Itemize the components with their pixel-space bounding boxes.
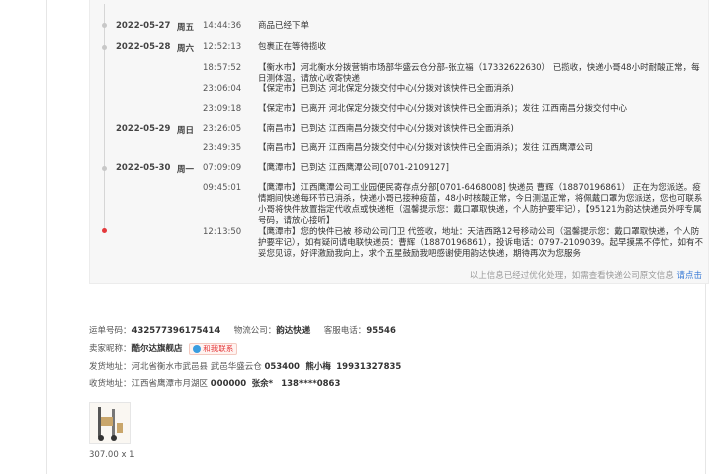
tracking-time: 14:44:36 — [203, 21, 242, 31]
chat-icon — [193, 344, 202, 353]
timeline-dot — [102, 45, 107, 50]
timeline-dot-current — [102, 228, 107, 233]
tracking-message: 包裹正在等待揽收 — [258, 42, 327, 52]
left-divider — [46, 0, 47, 474]
waybill-line: 运单号码：432577396175414 物流公司：韵达快递 客服电话：9554… — [89, 324, 396, 336]
tracking-time: 12:13:50 — [203, 227, 242, 237]
tracking-weekday: 周五 — [177, 23, 195, 33]
ship-address-line: 发货地址：河北省衡水市武邑县 武邑华盛云仓 053400 熊小梅 1993132… — [89, 360, 401, 372]
carrier-label: 物流公司： — [233, 326, 277, 336]
waybill-number: 432577396175414 — [131, 326, 221, 336]
ship-address: 河北省衡水市武邑县 武邑华盛云仓 — [131, 362, 262, 372]
timeline-line — [104, 4, 105, 230]
tracking-time: 23:49:35 — [203, 143, 242, 153]
tracking-time: 07:09:09 — [203, 163, 242, 173]
recv-address-line: 收货地址：江西省鹰潭市月湖区 000000 张余* 138****0863 — [89, 377, 340, 389]
tracking-time: 09:45:01 — [203, 183, 242, 193]
timeline-dot — [102, 166, 107, 171]
service-phone: 95546 — [366, 326, 396, 336]
hand-truck-icon — [98, 407, 123, 441]
seller-label: 卖家昵称： — [89, 344, 132, 354]
ship-zip: 053400 — [264, 362, 300, 372]
recv-zip: 000000 — [210, 379, 247, 389]
timeline-dot — [102, 23, 107, 28]
seller-name[interactable]: 酷尔达旗舰店 — [132, 344, 183, 354]
tracking-message: 【衡水市】河北衡水分拨营销市场部华盛云仓分部-张立福（17332622630） … — [258, 63, 700, 84]
tracking-time: 18:57:52 — [203, 63, 242, 73]
original-info-link[interactable]: 请点击 — [676, 271, 702, 281]
tracking-date: 2022-05-29 — [116, 124, 171, 134]
tracking-date: 2022-05-30 — [116, 163, 171, 173]
tracking-time: 23:09:18 — [203, 104, 242, 114]
product-thumbnail[interactable] — [89, 402, 131, 444]
recv-phone: 138****0863 — [281, 379, 341, 389]
tracking-message: 【鹰潭市】已到达 江西鹰潭公司[0701-2109127] — [258, 163, 449, 173]
tracking-weekday: 周六 — [177, 44, 195, 54]
tracking-date: 2022-05-27 — [116, 21, 171, 31]
recv-label: 收货地址： — [89, 379, 132, 389]
tracking-message: 【鹰潭市】您的快件已被 移动公司门卫 代签收，地址：天洁西路12号移动公司（温馨… — [258, 227, 704, 259]
carrier-name: 韵达快递 — [276, 326, 311, 336]
seller-line: 卖家昵称：酷尔达旗舰店 和我联系 — [89, 342, 238, 355]
product-price: 307.00 x 1 — [89, 450, 135, 460]
tracking-weekday: 周一 — [177, 165, 195, 175]
footnote-text: 以上信息已经过优化处理，如需查看快递公司原文信息 — [469, 271, 674, 281]
service-label: 客服电话： — [323, 326, 367, 336]
tracking-date: 2022-05-28 — [116, 42, 171, 52]
tracking-message: 【鹰潭市】江西鹰潭公司工业园便民寄存点分部[0701-6468008] 快递员 … — [258, 183, 703, 226]
tracking-footnote: 以上信息已经过优化处理，如需查看快递公司原文信息 请点击 — [470, 269, 702, 281]
tracking-time: 23:06:04 — [203, 84, 242, 94]
tracking-message: 【南昌市】已离开 江西南昌分拨交付中心(分拨对该快件已全面消杀)；发往 江西鹰潭… — [258, 143, 594, 153]
contact-label: 和我联系 — [203, 343, 234, 353]
ship-label: 发货地址： — [89, 362, 132, 372]
recv-name: 张余* — [251, 379, 274, 389]
tracking-message: 商品已经下单 — [258, 21, 310, 31]
tracking-message: 【保定市】已离开 河北保定分拨交付中心(分拨对该快件已全面消杀)；发往 江西南昌… — [258, 104, 628, 114]
contact-seller-button[interactable]: 和我联系 — [189, 342, 238, 355]
recv-address: 江西省鹰潭市月湖区 — [131, 379, 209, 389]
tracking-message: 【南昌市】已到达 江西南昌分拨交付中心(分拨对该快件已全面消杀) — [258, 124, 514, 134]
tracking-message: 【保定市】已到达 河北保定分拨交付中心(分拨对该快件已全面消杀) — [258, 84, 514, 94]
tracking-weekday: 周日 — [177, 126, 195, 136]
waybill-label: 运单号码： — [89, 326, 132, 336]
tracking-time: 23:26:05 — [203, 124, 242, 134]
ship-phone: 19931327835 — [336, 362, 402, 372]
tracking-time: 12:52:13 — [203, 42, 242, 52]
ship-name: 熊小梅 — [305, 362, 331, 372]
